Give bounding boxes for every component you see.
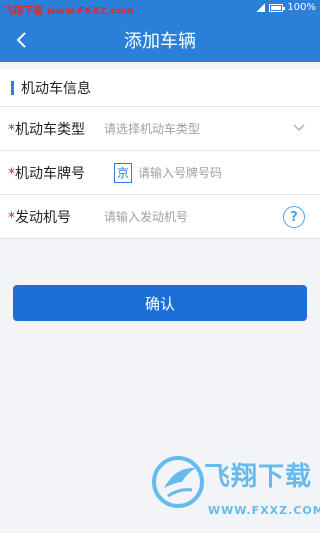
- vehicle-type-select[interactable]: *机动车类型 请选择机动车类型: [0, 107, 320, 151]
- plate-number-input[interactable]: 请输入号牌号码: [138, 164, 222, 181]
- watermark-logo: 飞翔下载 WWW.FXXZ.COM: [152, 448, 320, 528]
- status-indicators: 100%: [256, 2, 316, 13]
- chevron-left-icon: [16, 32, 26, 48]
- back-button[interactable]: [6, 24, 38, 56]
- app-header: 添加车辆: [0, 18, 320, 62]
- chevron-down-icon: [293, 124, 305, 131]
- province-selector[interactable]: 京: [114, 162, 132, 183]
- watermark-top-text: 飞翔下载 www.FXXZ.com: [3, 6, 134, 17]
- status-bar: 飞翔下载 www.FXXZ.com 100%: [0, 0, 320, 18]
- engine-number-row: *发动机号 请输入发动机号 ?: [0, 195, 320, 239]
- watermark-text: 飞翔下载: [204, 462, 313, 492]
- plate-number-row: *机动车牌号 京 请输入号牌号码: [0, 151, 320, 195]
- engine-number-label: *发动机号: [8, 209, 71, 226]
- vehicle-type-placeholder: 请选择机动车类型: [104, 122, 201, 136]
- battery-percent: 100%: [287, 2, 316, 13]
- section-accent-bar: [11, 80, 14, 95]
- plate-number-label: *机动车牌号: [8, 165, 85, 182]
- vehicle-type-label: *机动车类型: [8, 121, 85, 138]
- page-title: 添加车辆: [124, 31, 196, 52]
- signal-icon: [256, 3, 266, 12]
- help-icon[interactable]: ?: [283, 206, 305, 228]
- watermark-bird-icon: [152, 456, 204, 508]
- engine-number-input[interactable]: 请输入发动机号: [104, 208, 188, 225]
- watermark-url: WWW.FXXZ.COM: [208, 504, 320, 517]
- section-title: 机动车信息: [21, 80, 91, 97]
- battery-icon: [269, 3, 286, 12]
- confirm-button[interactable]: 确认: [13, 285, 307, 321]
- section-header: 机动车信息: [0, 69, 320, 107]
